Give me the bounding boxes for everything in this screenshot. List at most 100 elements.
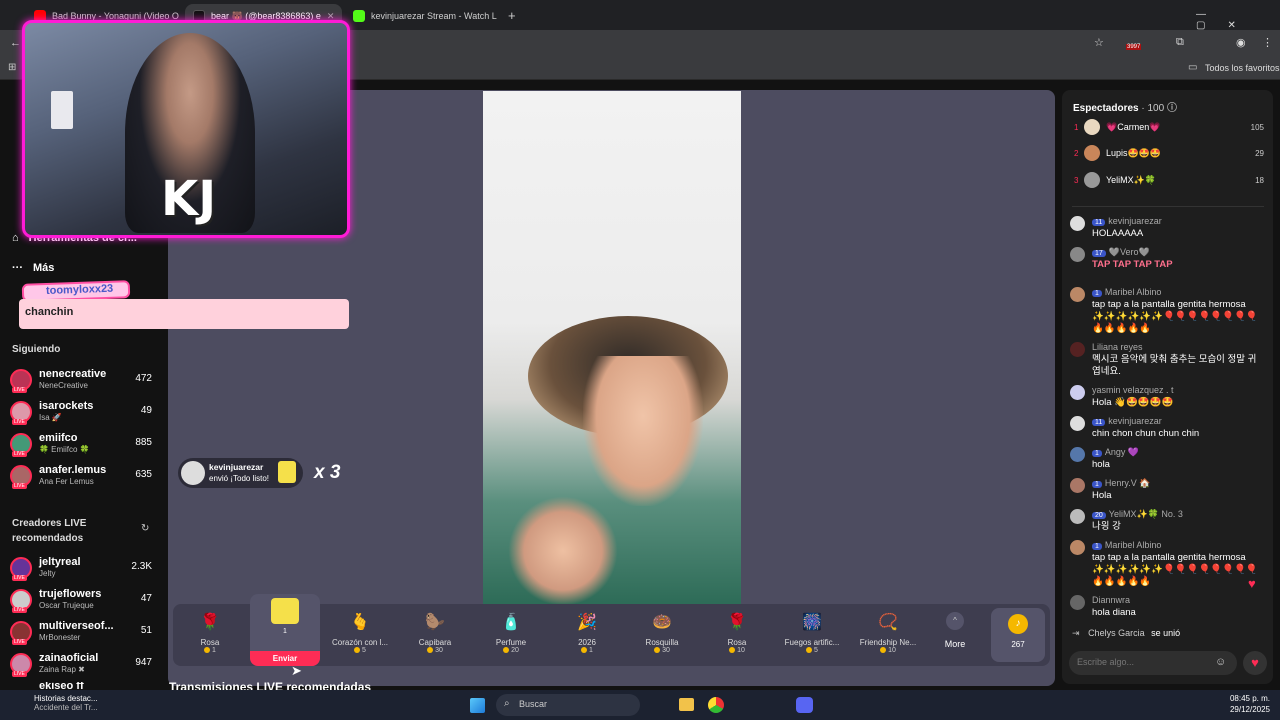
- sponge-gift-icon: [278, 461, 296, 483]
- cursor-icon: ➤: [291, 663, 302, 678]
- clock-time: 08:45 p. m.: [1229, 694, 1270, 703]
- gift-alert-text: envió ¡Todo listo!: [209, 474, 270, 483]
- recommended-item[interactable]: LIVE trujeflowers Oscar Trujeque 47: [10, 587, 152, 615]
- following-item[interactable]: LIVE emiifco 🍀 Emiifco 🍀 885: [10, 431, 152, 459]
- bookmarks-all-link[interactable]: Todos los favoritos: [1205, 63, 1280, 73]
- extension-badge[interactable]: 3997: [1126, 44, 1142, 50]
- sponge-gift-icon: [271, 598, 299, 624]
- folder-icon: ▭: [1188, 62, 1198, 73]
- gift-item[interactable]: 📿 Friendship Ne... 10: [853, 610, 923, 662]
- discord-icon[interactable]: [796, 697, 813, 713]
- news-widget[interactable]: Historias destac... Accidente del Tr...: [12, 694, 98, 712]
- coin-icon: [204, 647, 211, 654]
- gift-item[interactable]: 🌹 Rosa 10: [702, 610, 772, 662]
- fireworks-icon: 🎆: [802, 614, 822, 631]
- recommended-item[interactable]: LIVE zainaoficial Zaina Rap ✖ 947: [10, 651, 152, 679]
- gift-item[interactable]: 🌹 Rosa 1: [175, 610, 245, 662]
- avatar: [1070, 595, 1085, 610]
- clock-date: 29/12/2025: [1229, 705, 1270, 714]
- windows-start-icon[interactable]: [470, 698, 485, 713]
- gift-item[interactable]: 🎉 2026 1: [552, 610, 622, 662]
- recommended-item[interactable]: LIVE jeltyreal Jelty 2.3K: [10, 555, 152, 583]
- tab-kick[interactable]: kevinjuarezar Stream - Watch L ✕: [345, 4, 502, 28]
- gift-price: 1: [283, 628, 287, 635]
- overlay-chat-user: toomyloxx23: [45, 282, 114, 298]
- star-icon[interactable]: ☆: [1094, 36, 1104, 49]
- help-icon[interactable]: ⓘ: [1167, 103, 1177, 114]
- gift-multiplier: x 3: [314, 462, 341, 483]
- taskbar-search[interactable]: ⌕ Buscar: [496, 694, 640, 716]
- person-face: [583, 356, 703, 506]
- necklace-icon: 📿: [878, 614, 898, 631]
- avatar: [1070, 216, 1085, 231]
- tab-title: kevinjuarezar Stream - Watch L: [371, 11, 497, 21]
- coin-icon: [880, 647, 887, 654]
- new-tab-button[interactable]: +: [508, 8, 516, 23]
- coin-icon: [806, 647, 813, 654]
- coin-balance: 267: [1011, 640, 1025, 649]
- avatar: [1070, 447, 1085, 462]
- following-title: Siguiendo: [12, 344, 61, 355]
- gift-item[interactable]: 🧴 Perfume 20: [476, 610, 546, 662]
- like-heart-icon: ♥: [1248, 576, 1256, 591]
- chat-input[interactable]: ☺: [1069, 651, 1237, 675]
- avatar: [1084, 145, 1100, 161]
- extensions-icon[interactable]: ⧉: [1176, 36, 1184, 49]
- chrome-icon[interactable]: [708, 697, 724, 713]
- top-viewer[interactable]: 3 YeliMX✨🍀 18: [1074, 169, 1264, 191]
- recommended-item[interactable]: LIVE multiverseof... MrBonester 51: [10, 619, 152, 647]
- send-like-button[interactable]: ♥: [1243, 651, 1267, 675]
- chat-panel: Espectadores · 100 ⓘ 1 💗Carmen💗 105 2 Lupis…: [1062, 90, 1273, 684]
- following-item[interactable]: LIVE anafer.lemus Ana Fer Lemus 635: [10, 463, 152, 491]
- recommended-item[interactable]: ekiseo ff: [10, 682, 152, 690]
- menu-icon[interactable]: ⋮: [1262, 36, 1273, 49]
- search-placeholder: Buscar: [519, 699, 548, 709]
- divider: [1072, 206, 1264, 207]
- refresh-icon[interactable]: ↻: [141, 523, 149, 534]
- back-icon[interactable]: ←: [10, 37, 21, 49]
- gift-bar: 🌹 Rosa 1 1 Enviar 🫰 Corazón con l... 5 🦫 Capi…: [173, 594, 1050, 666]
- avatar: [1070, 416, 1085, 431]
- chat-text-field[interactable]: [1069, 651, 1199, 673]
- coins-button[interactable]: ♪ 267: [991, 608, 1045, 662]
- rose-icon: 🌹: [200, 614, 220, 631]
- recommended-title: Creadores LIVE recomendados: [12, 518, 87, 544]
- avatar: [1070, 540, 1085, 555]
- coin-icon: [503, 647, 510, 654]
- home-icon: ⌂: [12, 232, 19, 244]
- avatar: [1070, 478, 1085, 493]
- nav-more[interactable]: ··· Más: [12, 262, 54, 274]
- gift-item[interactable]: 🍩 Rosquilla 30: [627, 610, 697, 662]
- avatar: [1070, 342, 1085, 357]
- gift-send-button[interactable]: Enviar: [250, 651, 320, 666]
- viewers-title: Espectadores · 100 ⓘ: [1073, 103, 1177, 114]
- top-viewer[interactable]: 1 💗Carmen💗 105: [1074, 116, 1264, 138]
- gift-item[interactable]: 🫰 Corazón con l... 5: [325, 610, 395, 662]
- tiktok-coin-icon: ♪: [1008, 614, 1028, 634]
- search-icon: ⌕: [504, 698, 510, 709]
- emoji-icon[interactable]: ☺: [1215, 656, 1226, 668]
- gift-alert-user: kevinjuarezar: [209, 462, 264, 472]
- gift-item[interactable]: 🦫 Capibara 30: [400, 610, 470, 662]
- live-video[interactable]: [483, 91, 741, 605]
- taskbar: Historias destac... Accidente del Tr... …: [0, 690, 1280, 720]
- party-2026-icon: 🎉: [577, 614, 597, 631]
- apps-icon[interactable]: ⊞: [8, 62, 16, 73]
- taskbar-clock[interactable]: 08:45 p. m. 29/12/2025: [1226, 694, 1270, 714]
- avatar: [1084, 172, 1100, 188]
- heart-hands-icon: 🫰: [350, 614, 370, 631]
- profile-icon[interactable]: ◉: [1236, 36, 1246, 49]
- window-controls[interactable]: —▢✕: [1196, 9, 1280, 31]
- kick-icon: [353, 10, 365, 22]
- more-gifts-button[interactable]: ^ More: [935, 612, 975, 649]
- following-item[interactable]: LIVE isarockets Isa 🚀 49: [10, 399, 152, 427]
- join-notice: ⇥ Chelys Garcia se unió: [1072, 628, 1181, 638]
- gift-item-selected[interactable]: 1 Enviar: [250, 594, 320, 666]
- top-viewer[interactable]: 2 Lupis🤩🤩🤩 29: [1074, 142, 1264, 164]
- coin-icon: [654, 647, 661, 654]
- file-explorer-icon[interactable]: [679, 698, 694, 711]
- chevron-up-icon: ^: [946, 612, 964, 630]
- coin-icon: [354, 647, 361, 654]
- gift-item[interactable]: 🎆 Fuegos artific... 5: [777, 610, 847, 662]
- following-item[interactable]: LIVE nenecreative NeneCreative 472: [10, 367, 152, 395]
